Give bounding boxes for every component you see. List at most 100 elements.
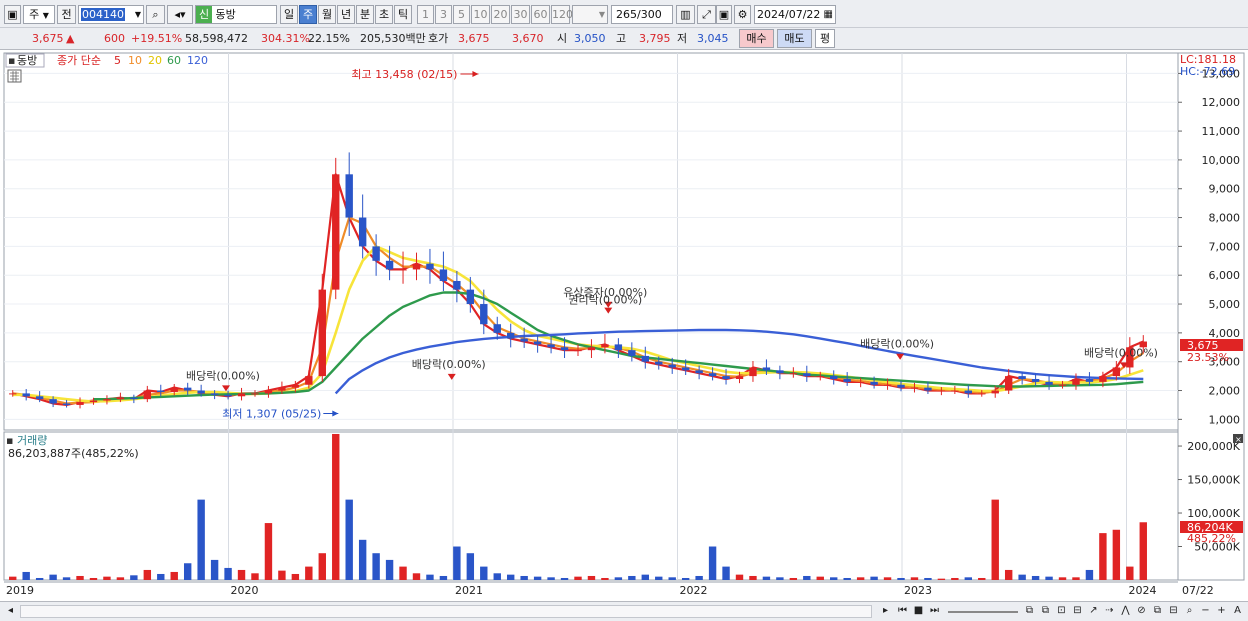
period-tab-4[interactable]: 분 [356,5,374,24]
draw-tool-icon[interactable]: ⤢ [697,5,716,24]
volume-bar [278,570,286,580]
zoom-search-icon[interactable]: ⌕ [1182,604,1197,619]
interval-button-3[interactable]: 3 [435,5,452,24]
stop-icon[interactable]: ■ [911,604,926,619]
y-tick-label: 11,000 [1202,125,1241,138]
window-menu-icon[interactable]: ▣ [4,5,21,24]
volume-bar [1031,575,1040,580]
font-size-icon[interactable]: A [1230,604,1245,619]
volume-bar [856,577,865,580]
volume-bar [480,566,488,580]
date-field[interactable]: 2024/07/22 ▦ [754,5,836,24]
period-tab-1[interactable]: 주 [299,5,317,24]
candle-type-icon[interactable]: ▥ [676,5,695,24]
candle-body [1004,376,1013,391]
period-tab-2[interactable]: 월 [318,5,336,24]
period-tab-5[interactable]: 초 [375,5,393,24]
stock-chart[interactable]: 1,0002,0003,0004,0005,0006,0007,0008,000… [0,51,1248,601]
volume-bar [507,574,515,580]
high-label: 고 [616,32,627,45]
interval-dropdown[interactable]: ▼ [572,5,608,24]
scroll-right-icon[interactable]: ▸ [878,604,893,619]
legend-ma-20: 20 [148,54,162,67]
volume-bar [910,577,919,580]
interval-button-10[interactable]: 10 [471,5,490,24]
candle-body [641,355,649,362]
candle-body [35,396,44,400]
save-icon[interactable]: ▣ [716,5,732,24]
scroll-track[interactable] [20,605,872,618]
interval-button-5[interactable]: 5 [453,5,470,24]
speaker-icon[interactable]: ◂▾ [167,5,193,24]
sell-button[interactable]: 매도 [777,29,812,48]
zoom-out-icon[interactable]: − [1198,604,1213,619]
candle-body [547,344,555,348]
volume-bar [291,573,300,580]
tool-icon-2[interactable]: ⧉ [1038,604,1053,619]
volume-bar [870,576,878,580]
volume-bar [533,576,542,580]
prev-button[interactable]: 전 [57,5,76,24]
interval-button-60[interactable]: 60 [531,5,550,24]
period-tab-6[interactable]: 틱 [394,5,412,24]
v-tick-label: 100,000K [1187,507,1240,520]
bar-count-field[interactable]: 265/300 [611,5,673,24]
rewind-icon[interactable]: ⏮ [895,604,910,619]
candle-body [722,376,730,379]
interval-button-120[interactable]: 120 [551,5,573,24]
tool-icon-10[interactable]: ⊟ [1166,604,1181,619]
low-annotation: 최저 1,307 (05/25) [222,408,321,421]
date-value: 2024/07/22 [757,8,821,21]
candle-body [399,269,407,271]
zoom-slider[interactable] [948,611,1018,613]
volume-bar [493,573,501,580]
volume-bar [978,577,986,580]
bar-count-total: /300 [637,8,662,21]
tool-icon-3[interactable]: ⊡ [1054,604,1069,619]
interval-button-30[interactable]: 30 [511,5,530,24]
volume-bar [897,577,905,580]
tool-icon-8[interactable]: ⊘ [1134,604,1149,619]
x-label: 2021 [455,584,483,597]
volume-bar [951,577,959,580]
candle-body [735,376,744,379]
tool-icon-7[interactable]: ⋀ [1118,604,1133,619]
period-tab-0[interactable]: 일 [280,5,298,24]
market-select[interactable]: 주 ▼ [23,5,55,24]
scroll-left-icon[interactable]: ◂ [3,604,18,619]
fast-forward-icon[interactable]: ⏭ [927,604,942,619]
interval-button-20[interactable]: 20 [491,5,510,24]
candle-body [412,263,421,270]
candle-body [668,364,676,368]
volume-bar [560,577,569,580]
event-annotation: 배당락(0.00%) [186,369,260,382]
interval-button-1[interactable]: 1 [417,5,434,24]
candle-body [978,393,986,395]
volume-bar [89,577,98,580]
candle-body [883,384,892,386]
stock-name-field[interactable]: 신 동방 [195,5,277,24]
tool-icon-4[interactable]: ⊟ [1070,604,1085,619]
tool-icon-5[interactable]: ↗ [1086,604,1101,619]
tool-icon-1[interactable]: ⧉ [1022,604,1037,619]
candle-body [601,344,609,348]
eval-button[interactable]: 평 [815,29,835,48]
search-icon[interactable]: ⌕ [146,5,165,24]
zoom-in-icon[interactable]: + [1214,604,1229,619]
tool-icon-9[interactable]: ⧉ [1150,604,1165,619]
volume-pane [3,431,1179,581]
period-tab-3[interactable]: 년 [337,5,355,24]
volume-bar [735,574,744,580]
buy-button[interactable]: 매수 [739,29,774,48]
stock-code-input[interactable]: 004140 ▼ [78,5,144,24]
candle-body [453,280,461,290]
candle-body [533,341,542,345]
gear-icon[interactable]: ⚙ [734,5,751,24]
volume-bar [412,573,421,580]
candle-body [291,384,300,388]
volume-bar [762,576,771,580]
tool-icon-6[interactable]: ⇢ [1102,604,1117,619]
volume-bar [9,576,17,580]
candle-body [937,390,946,392]
volume-bar [143,569,152,580]
